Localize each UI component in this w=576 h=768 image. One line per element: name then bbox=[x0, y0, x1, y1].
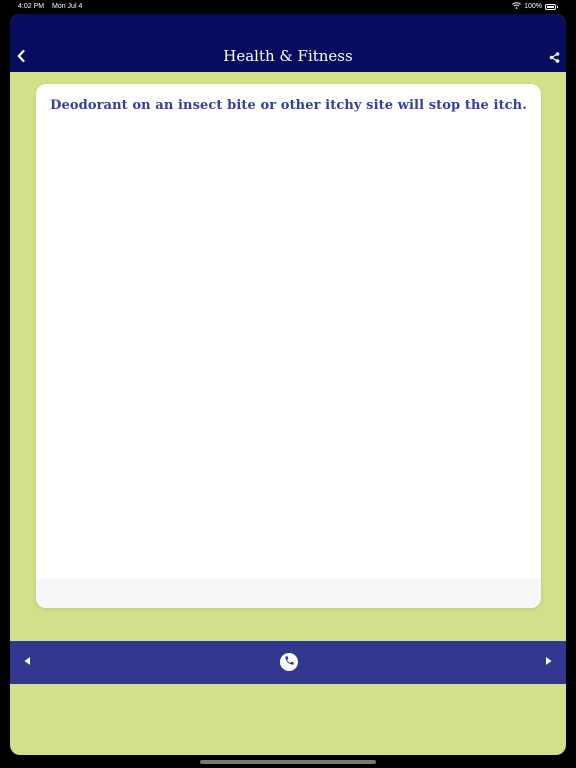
card-footer bbox=[36, 578, 541, 608]
page-title: Health & Fitness bbox=[223, 47, 353, 65]
status-bar: 4:02 PM Mon Jul 4 100% bbox=[0, 0, 576, 14]
status-date: Mon Jul 4 bbox=[52, 3, 83, 10]
triangle-left-icon bbox=[23, 653, 31, 671]
share-button[interactable] bbox=[548, 52, 560, 66]
bottom-toolbar bbox=[10, 641, 566, 684]
triangle-right-icon bbox=[545, 653, 553, 671]
home-indicator[interactable] bbox=[200, 760, 376, 764]
status-time: 4:02 PM bbox=[18, 3, 45, 10]
nav-bar: Health & Fitness bbox=[10, 14, 566, 72]
next-button[interactable] bbox=[543, 655, 555, 669]
status-indicators: 100% bbox=[512, 2, 558, 11]
share-icon bbox=[549, 50, 560, 68]
tip-text: Deodorant on an insect bite or other itc… bbox=[50, 98, 527, 113]
phone-icon bbox=[284, 653, 295, 671]
previous-button[interactable] bbox=[21, 655, 33, 669]
call-button[interactable] bbox=[280, 653, 298, 671]
wifi-icon bbox=[512, 2, 521, 11]
battery-percent: 100% bbox=[524, 3, 542, 10]
battery-icon bbox=[545, 3, 558, 10]
app-window: Health & Fitness Deodorant on an insect … bbox=[10, 14, 566, 755]
content-card: Deodorant on an insect bite or other itc… bbox=[36, 84, 541, 608]
screen: 4:02 PM Mon Jul 4 100% Health & Fitness … bbox=[0, 0, 576, 768]
